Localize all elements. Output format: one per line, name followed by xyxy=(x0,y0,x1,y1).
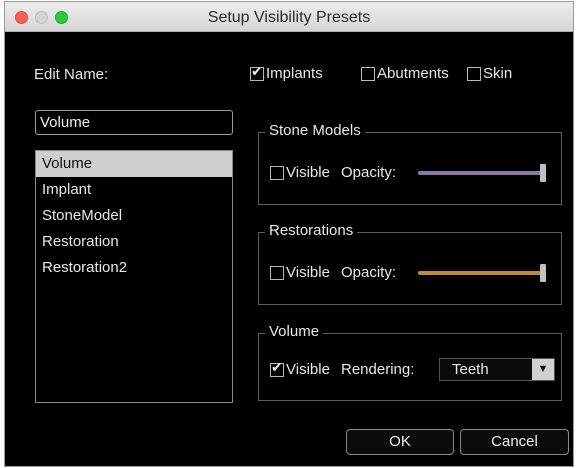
rendering-select[interactable]: Teeth ▼ xyxy=(439,358,555,381)
skin-label: Skin xyxy=(483,65,513,82)
ok-button[interactable]: OK xyxy=(346,429,454,455)
stone-models-opacity-slider-thumb[interactable] xyxy=(540,164,546,182)
stone-models-visible-label: Visible xyxy=(286,164,330,181)
volume-visible-checkbox[interactable] xyxy=(270,360,284,377)
stone-models-title: Stone Models xyxy=(265,122,365,139)
volume-visible-label: Visible xyxy=(286,361,330,378)
abutments-label: Abutments xyxy=(377,65,449,82)
skin-checkbox[interactable] xyxy=(467,67,481,81)
implants-checkbox[interactable] xyxy=(250,64,264,81)
restorations-title: Restorations xyxy=(265,222,358,239)
stone-models-visible-checkbox[interactable] xyxy=(270,166,284,180)
preset-list[interactable]: Volume Implant StoneModel Restoration Re… xyxy=(35,150,233,403)
preset-name-field[interactable]: Volume xyxy=(35,110,233,135)
restorations-opacity-label: Opacity: xyxy=(341,264,397,281)
preset-list-item[interactable]: Restoration xyxy=(36,229,232,255)
preset-list-item[interactable]: Volume xyxy=(36,151,232,177)
chevron-down-icon[interactable]: ▼ xyxy=(532,359,554,380)
restorations-visible-checkbox[interactable] xyxy=(270,266,284,280)
stone-models-opacity-slider[interactable] xyxy=(418,171,543,175)
restorations-opacity-slider[interactable] xyxy=(418,271,543,275)
preset-list-item[interactable]: Implant xyxy=(36,177,232,203)
rendering-label: Rendering: xyxy=(341,361,415,378)
volume-title: Volume xyxy=(265,323,324,340)
title-bar[interactable]: Setup Visibility Presets xyxy=(5,2,573,32)
edit-name-label: Edit Name: xyxy=(34,66,109,83)
restorations-opacity-slider-thumb[interactable] xyxy=(540,264,546,282)
setup-visibility-presets-window: Setup Visibility Presets Edit Name: Volu… xyxy=(4,1,574,467)
cancel-button[interactable]: Cancel xyxy=(460,429,569,455)
rendering-select-value: Teeth xyxy=(452,361,489,378)
window-title: Setup Visibility Presets xyxy=(207,9,371,26)
restorations-visible-label: Visible xyxy=(286,264,330,281)
implants-label: Implants xyxy=(266,65,323,82)
stone-models-opacity-label: Opacity: xyxy=(341,164,397,181)
preset-list-item[interactable]: StoneModel xyxy=(36,203,232,229)
preset-list-item[interactable]: Restoration2 xyxy=(36,255,232,281)
abutments-checkbox[interactable] xyxy=(361,67,375,81)
